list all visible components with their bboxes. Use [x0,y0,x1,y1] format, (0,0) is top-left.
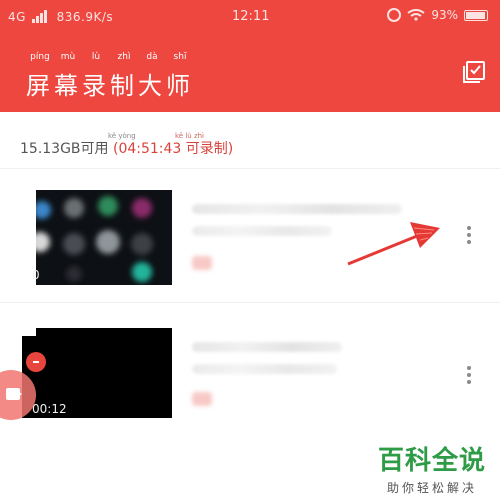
video-duration: 0 [32,268,40,282]
alarm-icon [387,8,402,22]
more-vert-icon[interactable] [464,226,474,244]
storage-info: 15.13GB可用 (04:51:43 可录制) [20,138,233,158]
video-meta [192,364,337,374]
network-speed: 836.9K/s [56,10,114,24]
title-pinyin-syllable: shī [173,52,187,62]
video-thumbnail[interactable]: 0 [22,190,172,285]
app-title: 屏幕录制大师 [26,72,194,100]
watermark: 百科全说 助你轻松解决 [378,440,486,496]
thumbnail-image [22,190,172,285]
record-indicator-icon [26,352,46,372]
wifi-icon [407,9,425,21]
divider [0,168,500,169]
video-tag [192,256,212,270]
clock: 12:11 [232,9,270,24]
title-pinyin-syllable: zhì [117,52,131,62]
title-pinyin: píng mù lù zhì dà shī [26,52,194,64]
select-all-icon[interactable] [462,60,486,84]
annotation-arrow [347,222,440,266]
status-bar: 4G 836.9K/s 12:11 93% [0,0,500,34]
thumbnail-corner [22,328,36,336]
title-pinyin-syllable: píng [30,52,50,62]
video-title [192,342,342,352]
status-right: 93% [387,8,488,22]
title-pinyin-syllable: dà [146,52,158,62]
free-label: 可用 [80,141,109,157]
remaining-time: (04:51:43 可录制) [113,141,234,157]
camera-lens-icon [16,390,22,398]
video-thumbnail[interactable]: 00:12 [22,328,172,418]
video-tag [192,392,212,406]
watermark-title: 百科全说 [377,446,486,476]
app-header: 4G 836.9K/s 12:11 93% píng mù lù zhì dà shī 屏… [0,0,500,112]
battery-percent: 93% [431,8,458,22]
app-title-block: píng mù lù zhì dà shī 屏幕录制大师 [26,52,194,101]
watermark-subtitle: 助你轻松解决 [386,481,477,495]
recording-item[interactable]: 00:12 [0,318,500,428]
status-left: 4G 836.9K/s [8,9,113,24]
network-type: 4G [8,10,26,24]
signal-icon [32,9,48,23]
video-title [192,204,402,214]
title-pinyin-syllable: mù [60,52,76,62]
video-duration: 00:12 [32,402,67,416]
video-meta [192,226,332,236]
title-pinyin-syllable: lù [91,52,101,62]
battery-icon [464,9,488,21]
more-vert-icon[interactable] [464,366,474,384]
divider [0,302,500,303]
free-space: 15.13GB [20,141,81,157]
